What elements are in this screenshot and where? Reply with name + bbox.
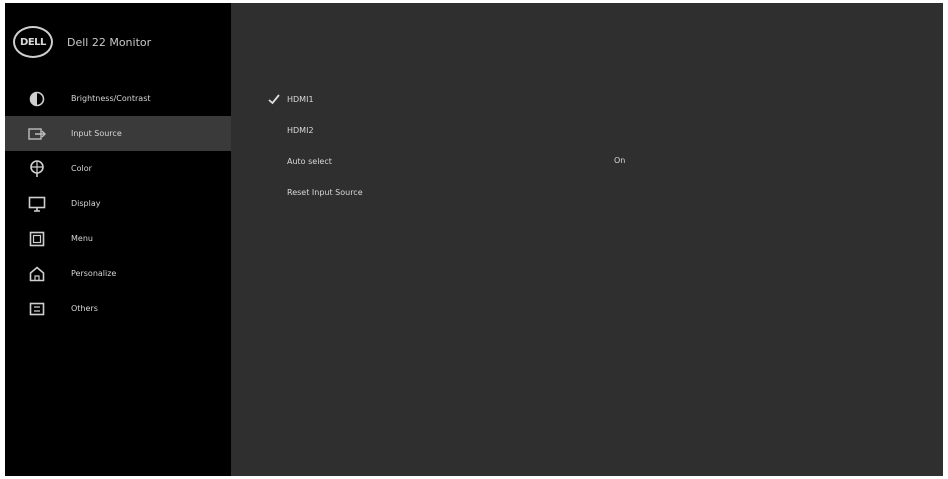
menu-icon [27, 229, 47, 249]
sidebar-item-brightness-contrast[interactable]: Brightness/Contrast [5, 81, 231, 116]
sidebar-item-label: Color [71, 164, 92, 173]
option-auto-select[interactable]: Auto select [287, 153, 332, 169]
brand-header: DELL Dell 22 Monitor [13, 24, 151, 60]
brightness-icon [27, 89, 47, 109]
moon-toggle-icon [583, 152, 591, 168]
sidebar-item-others[interactable]: Others [5, 291, 231, 326]
sidebar-item-label: Others [71, 304, 98, 313]
osd-screen: DELL Dell 22 Monitor Brightness/Contrast [5, 3, 943, 476]
main-menu: Brightness/Contrast Input Source Color D… [5, 81, 231, 326]
sidebar-item-menu[interactable]: Menu [5, 221, 231, 256]
sidebar-item-label: Menu [71, 234, 93, 243]
others-icon [27, 299, 47, 319]
sidebar-item-display[interactable]: Display [5, 186, 231, 221]
sidebar-item-color[interactable]: Color [5, 151, 231, 186]
sidebar-item-label: Personalize [71, 269, 117, 278]
sidebar: DELL Dell 22 Monitor Brightness/Contrast [5, 3, 231, 476]
option-reset-input-source[interactable]: Reset Input Source [287, 184, 363, 200]
sidebar-item-label: Brightness/Contrast [71, 94, 151, 103]
auto-select-toggle[interactable]: On [576, 149, 625, 171]
color-icon [27, 159, 47, 179]
option-hdmi1[interactable]: HDMI1 [287, 91, 314, 107]
sidebar-item-input-source[interactable]: Input Source [5, 116, 231, 151]
sidebar-item-label: Input Source [71, 129, 122, 138]
sidebar-item-personalize[interactable]: Personalize [5, 256, 231, 291]
sidebar-item-label: Display [71, 199, 101, 208]
input-source-icon [27, 124, 47, 144]
dell-logo: DELL [13, 26, 53, 58]
input-source-panel: HDMI1 HDMI2 Auto select Reset Input Sour… [231, 3, 943, 476]
monitor-title: Dell 22 Monitor [67, 35, 152, 49]
checkmark-icon [268, 94, 280, 105]
auto-select-value: On [614, 155, 626, 165]
display-icon [27, 194, 47, 214]
option-hdmi2[interactable]: HDMI2 [287, 122, 314, 138]
dell-logo-text: DELL [20, 36, 46, 48]
personalize-icon [27, 264, 47, 284]
